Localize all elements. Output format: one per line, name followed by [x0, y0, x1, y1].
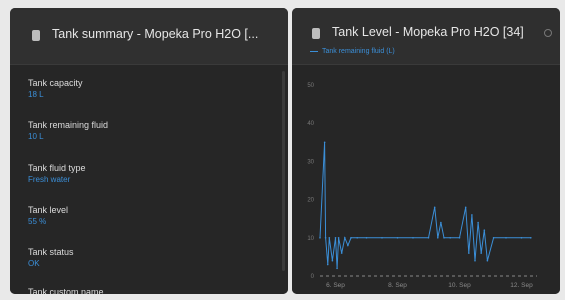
chart-svg: 0 10 20 30 40 50 6. Sep 8. Sep 10. Sep 12. Sep — [307, 83, 537, 289]
data-point — [396, 237, 399, 239]
data-point — [449, 237, 451, 239]
y-tick-label: 0 — [311, 274, 315, 280]
tank-summary-header: Tank summary - Mopeka Pro H2O [... — [10, 8, 288, 65]
data-point — [440, 221, 442, 224]
data-point — [480, 252, 482, 254]
item-label: Tank level — [28, 205, 69, 215]
data-point — [365, 237, 368, 239]
data-point — [427, 237, 430, 239]
legend-line-icon — [310, 50, 318, 52]
data-point — [331, 259, 334, 262]
tank-summary-panel: Tank summary - Mopeka Pro H2O [... Tank … — [10, 8, 288, 294]
list-item-tank-capacity: Tank capacity 18 L — [28, 77, 83, 101]
data-point — [477, 221, 479, 224]
data-point — [347, 244, 349, 247]
x-tick-label: 8. Sep — [388, 282, 407, 289]
data-point — [323, 141, 326, 144]
tank-level-header: Tank Level - Mopeka Pro H2O [34] Tank re… — [292, 8, 560, 65]
data-point — [520, 237, 523, 239]
data-point — [344, 237, 346, 239]
data-point — [336, 267, 338, 270]
data-point — [437, 237, 439, 239]
data-point — [334, 237, 337, 239]
data-point — [505, 237, 507, 239]
item-value: 10 L — [28, 132, 44, 141]
data-point — [433, 206, 436, 209]
tank-summary-title: Tank summary - Mopeka Pro H2O [... — [52, 27, 259, 41]
x-tick-label: 10. Sep — [448, 282, 471, 289]
data-point — [328, 237, 331, 239]
item-label: Tank fluid type — [28, 163, 86, 173]
list-item-tank-fluid-type: Tank fluid type Fresh water — [28, 162, 86, 186]
data-point — [483, 229, 486, 231]
item-value: Fresh water — [28, 175, 71, 184]
y-tick-label: 20 — [307, 198, 314, 204]
item-label: Tank custom name — [28, 287, 104, 294]
item-label: Tank capacity — [28, 78, 83, 88]
y-tick-label: 10 — [307, 236, 314, 242]
list-item-tank-custom-name: Tank custom name — [28, 286, 104, 294]
data-point — [458, 237, 461, 239]
tank-level-chart[interactable]: 0 10 20 30 40 50 6. Sep 8. Sep 10. Sep 12. Sep — [292, 65, 560, 294]
y-tick-label: 40 — [307, 121, 314, 127]
data-point — [468, 252, 470, 254]
data-point — [443, 237, 445, 239]
data-point — [381, 237, 383, 239]
item-label: Tank status — [28, 247, 74, 257]
series-line — [319, 142, 531, 269]
item-value: 18 L — [28, 90, 44, 99]
data-point — [340, 252, 343, 254]
dashboard: Tank summary - Mopeka Pro H2O [... Tank … — [0, 0, 565, 300]
tank-icon — [312, 28, 320, 39]
y-tick-label: 30 — [307, 159, 314, 165]
x-tick-label: 12. Sep — [510, 282, 533, 289]
data-point — [356, 237, 358, 239]
item-value: OK — [28, 259, 40, 268]
legend-label: Tank remaining fluid (L) — [322, 48, 395, 55]
x-tick-label: 6. Sep — [326, 282, 345, 289]
tank-icon — [32, 30, 40, 41]
data-point — [530, 237, 532, 239]
data-point — [326, 263, 329, 266]
y-tick-label: 50 — [307, 83, 314, 89]
tank-summary-list[interactable]: Tank capacity 18 L Tank remaining fluid … — [10, 65, 288, 294]
data-point — [492, 237, 495, 239]
list-item-tank-status: Tank status OK — [28, 246, 74, 270]
data-point — [337, 237, 340, 239]
tank-level-title: Tank Level - Mopeka Pro H2O [34] — [332, 25, 524, 39]
chart-legend[interactable]: Tank remaining fluid (L) — [310, 48, 395, 55]
list-item-tank-level: Tank level 55 % — [28, 204, 68, 228]
data-point — [319, 237, 321, 239]
data-point — [464, 206, 467, 209]
data-point — [350, 237, 352, 239]
tank-level-panel: Tank Level - Mopeka Pro H2O [34] Tank re… — [292, 8, 560, 294]
item-label: Tank remaining fluid — [28, 120, 109, 130]
data-point — [471, 214, 473, 216]
data-point — [474, 259, 476, 262]
gear-icon[interactable] — [544, 29, 552, 37]
data-point — [324, 237, 327, 239]
list-item-tank-remaining-fluid: Tank remaining fluid 10 L — [28, 119, 108, 143]
item-value: 55 % — [28, 217, 47, 226]
data-point — [412, 237, 414, 239]
data-point — [486, 259, 489, 262]
scrollbar[interactable] — [282, 71, 285, 271]
